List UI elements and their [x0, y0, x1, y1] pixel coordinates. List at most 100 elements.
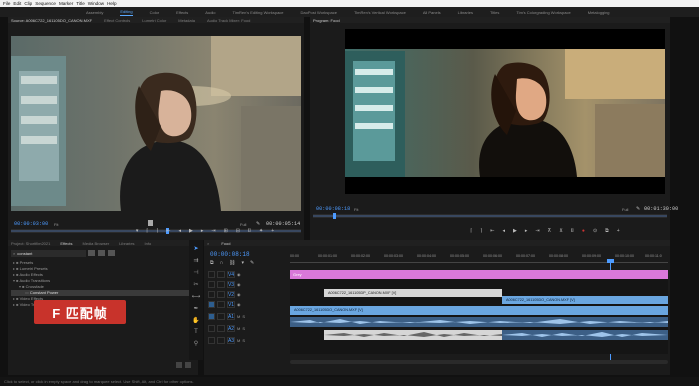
eye-icon[interactable]: ◉ — [237, 282, 241, 287]
track-label[interactable]: V2 — [227, 291, 235, 298]
program-fit-dropdown[interactable]: Fit — [354, 207, 358, 212]
menu-sequence[interactable]: Sequence — [35, 1, 56, 6]
menu-file[interactable]: File — [3, 1, 10, 6]
menu-title[interactable]: Title — [76, 1, 85, 6]
new-bin-icon[interactable] — [176, 362, 182, 368]
workspace-assembly[interactable]: Assembly — [86, 10, 103, 15]
program-add-button-icon[interactable]: + — [617, 228, 620, 234]
linked-selection-icon[interactable]: ⛓ — [229, 260, 235, 266]
tab-lumetri-color[interactable]: Lumetri Color — [142, 18, 166, 23]
tab-effects[interactable]: Effects — [60, 241, 72, 246]
source-fit-dropdown[interactable]: Fit — [54, 222, 58, 227]
razor-tool-icon[interactable]: ✂ — [193, 281, 198, 288]
workspace-timren-editing[interactable]: TimRen's Editing Workspace — [233, 10, 284, 15]
workspace-effects[interactable]: Effects — [176, 10, 188, 15]
program-timecode[interactable]: 00:00:08:18 — [316, 206, 350, 212]
a1-audio-clip[interactable] — [290, 317, 668, 327]
delete-icon[interactable] — [185, 362, 191, 368]
workspace-titles[interactable]: Titles — [490, 10, 499, 15]
solo-icon[interactable]: S — [242, 326, 245, 331]
comparison-icon[interactable]: ⧉ — [605, 228, 609, 234]
mark-out-icon[interactable]: ⌉ — [156, 228, 158, 234]
add-marker-timeline-icon[interactable]: ▾ — [242, 260, 245, 266]
add-marker-icon[interactable]: ▾ — [136, 228, 139, 234]
vr-icon[interactable]: ⊙ — [593, 228, 597, 234]
accelerated-effects-icon[interactable] — [88, 250, 95, 256]
hand-tool-icon[interactable]: ✋ — [192, 317, 199, 324]
program-mark-out-icon[interactable]: ⌉ — [480, 228, 482, 234]
v3-clip-do[interactable]: A006C722_161105DO_CANON.MXF [V] — [502, 296, 668, 304]
v3-clip-dp[interactable]: A006C722_161105DP_CANON.MXF [V] — [324, 289, 502, 297]
workspace-color[interactable]: Color — [150, 10, 160, 15]
effects-search-input[interactable]: constant — [17, 251, 32, 256]
lock-icon[interactable] — [217, 271, 225, 278]
program-playhead[interactable] — [333, 213, 336, 219]
solo-icon[interactable]: S — [242, 338, 245, 343]
a2-audio-clip[interactable] — [324, 330, 502, 340]
record-icon[interactable]: ● — [582, 228, 585, 234]
eye-icon[interactable]: ◉ — [237, 292, 241, 297]
go-to-out-icon[interactable]: ⇥ — [211, 228, 215, 234]
workspace-daopost[interactable]: DaoPost Workspace — [301, 10, 337, 15]
menu-window[interactable]: Window — [88, 1, 104, 6]
tab-project[interactable]: Project: Shortfilm2021 — [11, 241, 50, 246]
extract-icon[interactable]: ⊻ — [559, 228, 563, 234]
workspace-libraries[interactable]: Libraries — [458, 10, 473, 15]
export-frame-icon[interactable]: ⌷ — [248, 228, 251, 234]
source-patch-icon[interactable] — [208, 281, 215, 288]
program-export-frame-icon[interactable]: ⌷ — [571, 228, 574, 234]
workspace-colorgrading[interactable]: Tim's Colorgrading Workspace — [516, 10, 570, 15]
a2-audio-clip-2[interactable] — [502, 330, 668, 340]
source-timecode[interactable]: 00:00:03:00 — [14, 221, 48, 227]
menu-help[interactable]: Help — [107, 1, 116, 6]
program-play-icon[interactable]: ▶ — [513, 228, 517, 234]
source-patch-icon[interactable] — [208, 313, 215, 320]
tab-audio-track-mixer[interactable]: Audio Track Mixer: Food — [207, 18, 250, 23]
nest-icon[interactable]: ⧉ — [210, 260, 214, 266]
eye-icon[interactable]: ◉ — [237, 272, 241, 277]
source-patch-icon[interactable] — [208, 291, 215, 298]
tab-source[interactable]: Source: A006C722_161105DO_CANON.MXF — [11, 18, 92, 23]
tab-info[interactable]: Info — [145, 241, 152, 246]
timeline-settings-icon[interactable]: ✎ — [250, 260, 254, 266]
lock-icon[interactable] — [217, 325, 225, 332]
timeline-timecode[interactable]: 00:00:08:18 — [210, 251, 250, 258]
effects-search-field[interactable]: ⌕ constant — [11, 250, 86, 257]
zoom-tool-icon[interactable]: ⚲ — [194, 340, 198, 347]
tab-program[interactable]: Program: Food — [313, 18, 340, 23]
mute-icon[interactable]: M — [237, 326, 240, 331]
workspace-editing[interactable]: Editing — [120, 9, 132, 16]
workspace-audio[interactable]: Audio — [205, 10, 215, 15]
lock-icon[interactable] — [217, 291, 225, 298]
slip-tool-icon[interactable]: ⟷ — [192, 293, 201, 300]
mark-in-icon[interactable]: ⌈ — [146, 228, 148, 234]
snap-icon[interactable]: ∩ — [220, 260, 224, 266]
lock-icon[interactable] — [217, 337, 225, 344]
program-mark-in-icon[interactable]: ⌈ — [470, 228, 472, 234]
tab-metadata[interactable]: Metadata — [178, 18, 195, 23]
timeline-playhead-handle[interactable] — [607, 259, 614, 263]
tab-effect-controls[interactable]: Effect Controls — [104, 18, 130, 23]
timeline-close-icon[interactable]: × — [207, 241, 209, 246]
solo-icon[interactable]: S — [242, 314, 245, 319]
overwrite-icon[interactable]: ⊟ — [236, 228, 240, 234]
tab-sequence-food[interactable]: Food — [221, 241, 230, 246]
lock-icon[interactable] — [217, 281, 225, 288]
source-patch-icon[interactable] — [208, 325, 215, 332]
eye-icon[interactable]: ◉ — [237, 302, 241, 307]
track-label[interactable]: V4 — [227, 271, 235, 278]
mute-icon[interactable]: M — [237, 338, 240, 343]
insert-icon[interactable]: ⊞ — [224, 228, 228, 234]
workspace-metalogging[interactable]: Metalogging — [588, 10, 610, 15]
program-quality-dropdown[interactable]: Full — [622, 207, 628, 212]
lift-icon[interactable]: ⊼ — [548, 228, 552, 234]
type-tool-icon[interactable]: T — [194, 329, 198, 335]
program-scrub-bar[interactable] — [313, 213, 667, 219]
tab-media-browser[interactable]: Media Browser — [83, 241, 110, 246]
source-patch-icon[interactable] — [208, 337, 215, 344]
source-patch-icon[interactable] — [208, 301, 215, 308]
ripple-edit-tool-icon[interactable]: ⊣ — [193, 269, 198, 276]
track-label[interactable]: A3 — [227, 337, 235, 344]
step-forward-icon[interactable]: ▸ — [201, 228, 204, 234]
pen-tool-icon[interactable]: ✒ — [193, 305, 198, 312]
